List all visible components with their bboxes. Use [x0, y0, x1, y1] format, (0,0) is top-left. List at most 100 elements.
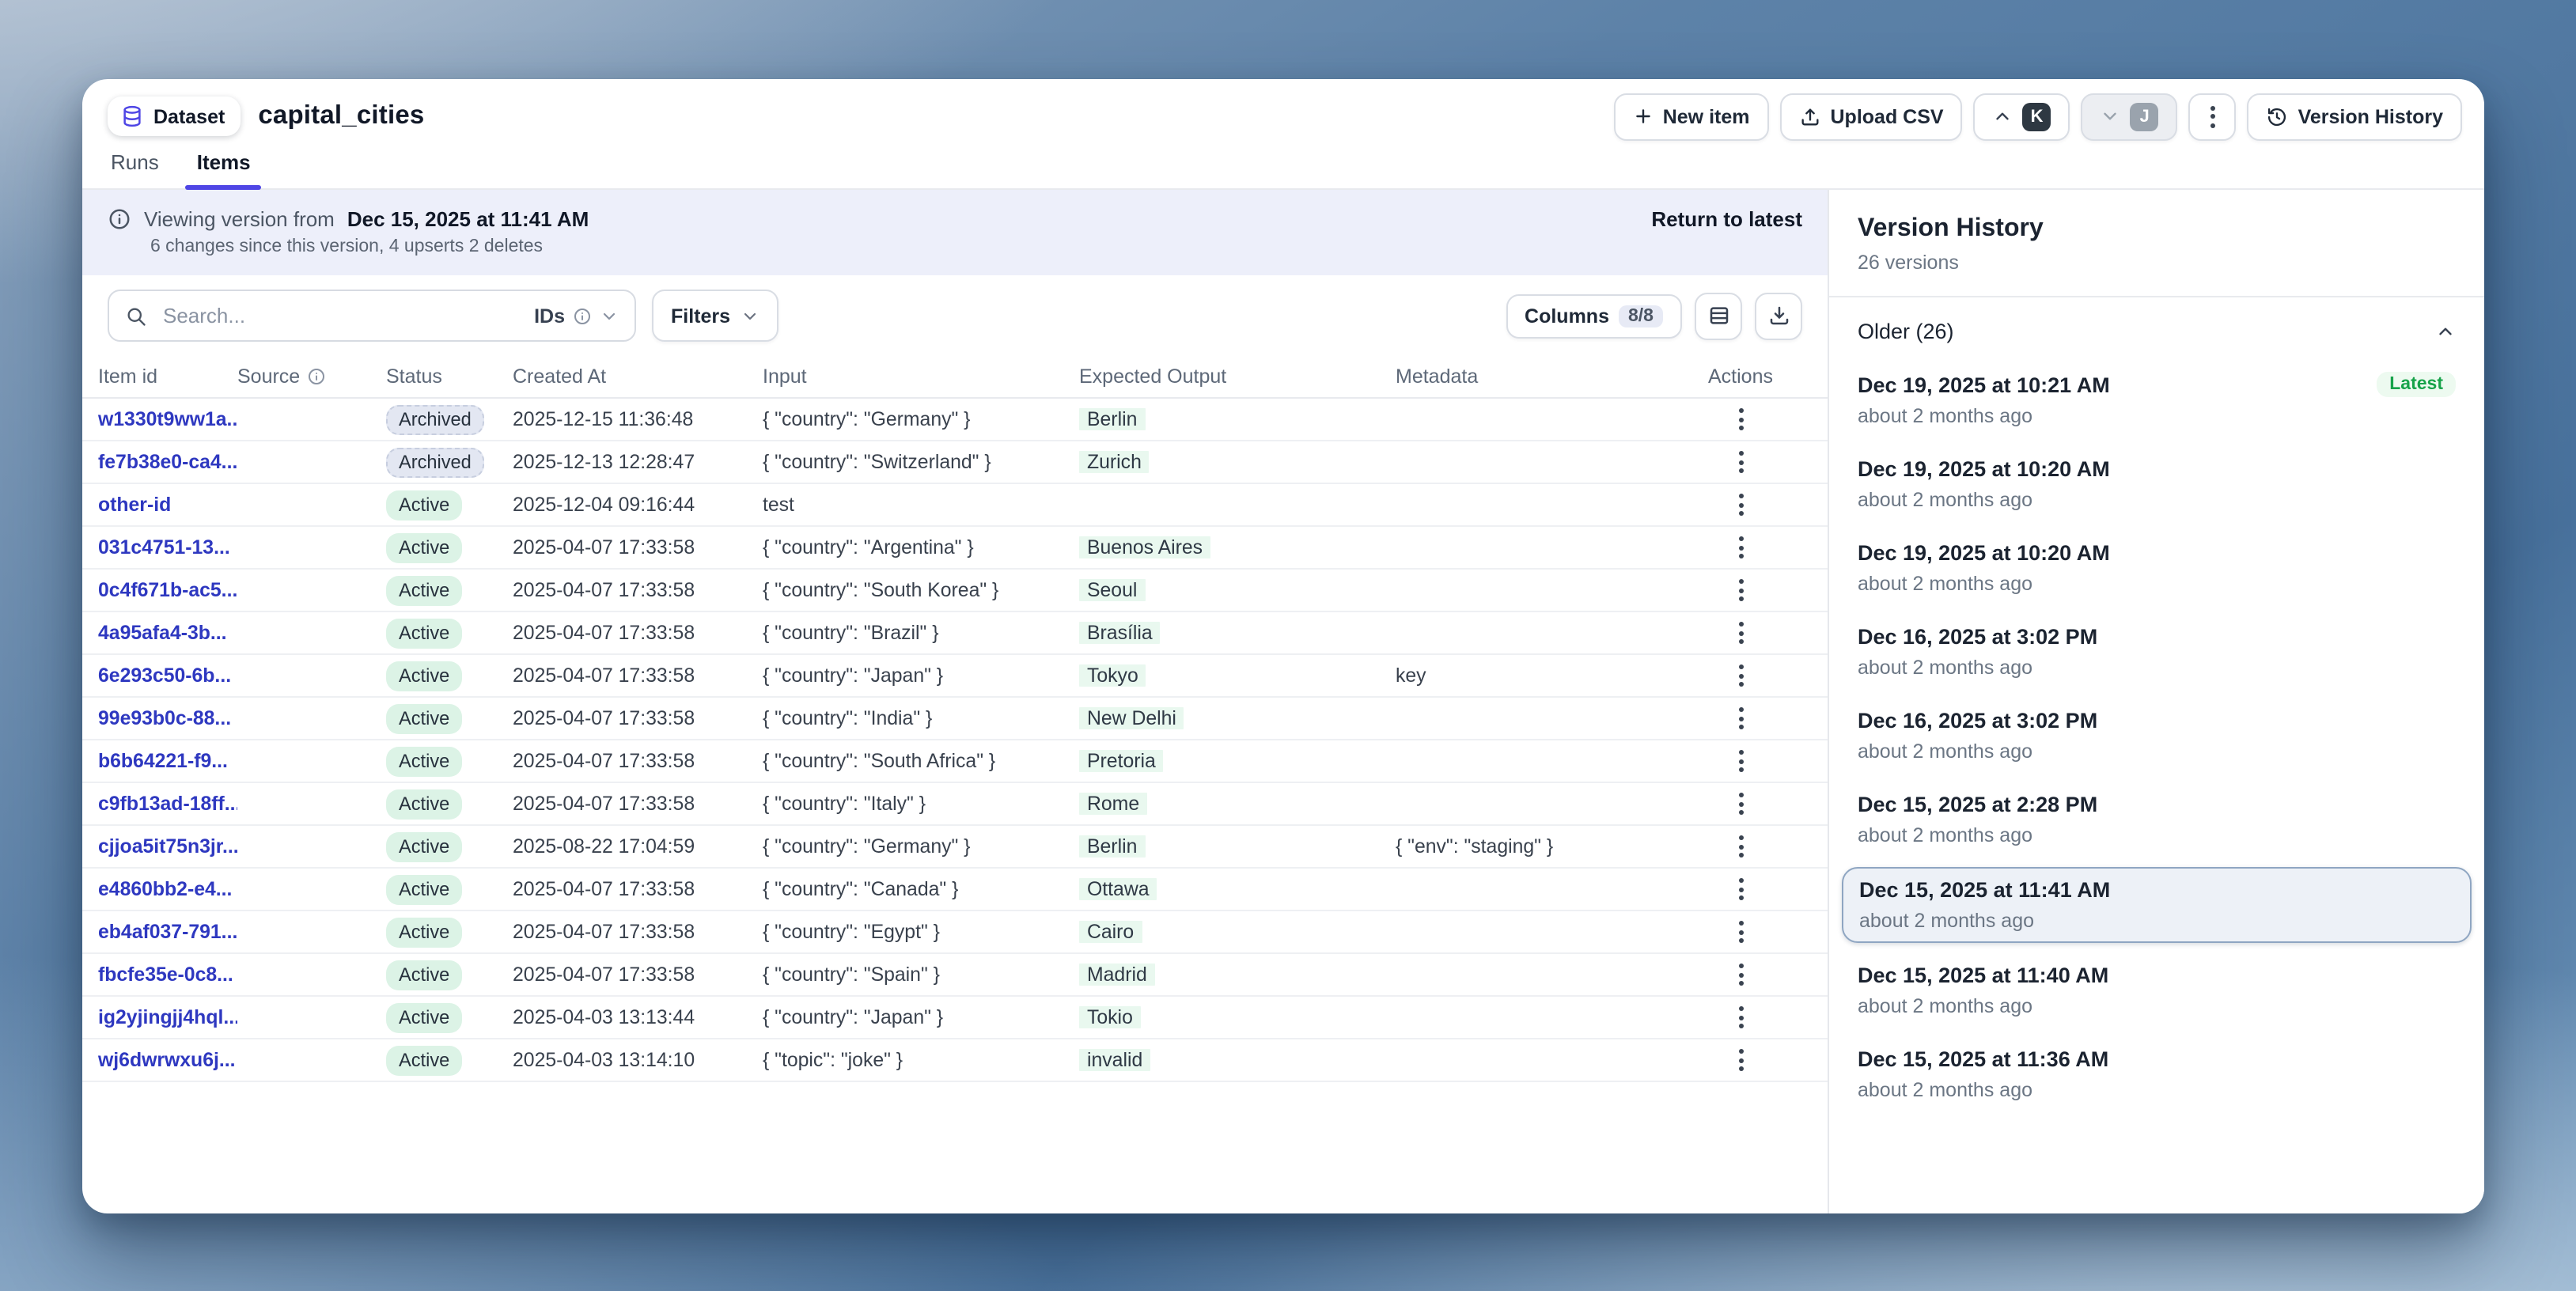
table-row: w1330t9ww1a... Archived 2025-12-15 11:36…	[82, 399, 1828, 441]
status-badge: Active	[386, 490, 462, 520]
version-item[interactable]: Dec 15, 2025 at 11:41 AM Latest about 2 …	[1842, 867, 2472, 943]
row-actions-menu-button[interactable]	[1729, 914, 1752, 949]
version-item[interactable]: Dec 19, 2025 at 10:21 AM Latest about 2 …	[1829, 362, 2484, 437]
version-date: Dec 15, 2025 at 11:36 AM	[1858, 1047, 2108, 1071]
item-id-link[interactable]: 6e293c50-6b...	[98, 664, 237, 687]
status-badge: Active	[386, 917, 462, 947]
version-item[interactable]: Dec 15, 2025 at 11:36 AM Latest about 2 …	[1829, 1038, 2484, 1111]
download-button[interactable]	[1755, 292, 1802, 339]
table-header-row: Item id Source Status Created At Input E…	[82, 354, 1828, 399]
row-actions-menu-button[interactable]	[1729, 1000, 1752, 1035]
expected-output-cell: invalid	[1079, 1049, 1396, 1071]
item-id-link[interactable]: 99e93b0c-88...	[98, 707, 237, 729]
created-at-cell: 2025-08-22 17:04:59	[513, 835, 763, 858]
row-density-button[interactable]	[1695, 292, 1742, 339]
row-actions-menu-button[interactable]	[1729, 744, 1752, 778]
row-actions-menu-button[interactable]	[1729, 658, 1752, 693]
created-at-cell: 2025-04-03 13:13:44	[513, 1006, 763, 1028]
search-input[interactable]	[160, 302, 521, 329]
filters-button[interactable]: Filters	[652, 290, 778, 342]
item-id-link[interactable]: other-id	[98, 494, 237, 516]
item-id-link[interactable]: wj6dwrwxu6j...	[98, 1049, 237, 1071]
created-at-cell: 2025-04-07 17:33:58	[513, 921, 763, 943]
row-actions-menu-button[interactable]	[1729, 957, 1752, 992]
search-box[interactable]: IDs	[108, 290, 636, 342]
new-item-button[interactable]: New item	[1614, 93, 1769, 140]
expand-user-j-button[interactable]: J	[2082, 93, 2178, 140]
item-id-link[interactable]: 031c4751-13...	[98, 536, 237, 558]
older-section-label: Older (26)	[1858, 320, 1954, 343]
status-cell: Active	[386, 490, 513, 520]
item-id-link[interactable]: cjjoa5it75n3jr...	[98, 835, 237, 858]
status-badge: Active	[386, 1045, 462, 1075]
version-item[interactable]: Dec 19, 2025 at 10:20 AM Latest about 2 …	[1829, 532, 2484, 604]
row-actions-menu-button[interactable]	[1729, 402, 1752, 437]
created-at-cell: 2025-04-07 17:33:58	[513, 878, 763, 900]
info-icon	[573, 306, 592, 325]
expected-output-value: Rome	[1079, 793, 1147, 815]
row-actions-menu-button[interactable]	[1729, 786, 1752, 821]
columns-button[interactable]: Columns 8/8	[1506, 293, 1682, 338]
collapse-user-k-button[interactable]: K	[1974, 93, 2070, 140]
download-icon	[1767, 304, 1790, 327]
return-to-latest-button[interactable]: Return to latest	[1651, 207, 1802, 231]
item-id-link[interactable]: 0c4f671b-ac5...	[98, 579, 237, 601]
chevron-up-icon	[1993, 106, 2013, 127]
banner-change-summary: 6 changes since this version, 4 upserts …	[150, 237, 1802, 256]
row-actions-menu-button[interactable]	[1729, 615, 1752, 650]
item-id-link[interactable]: e4860bb2-e4...	[98, 878, 237, 900]
row-actions-menu-button[interactable]	[1729, 487, 1752, 522]
version-item[interactable]: Dec 16, 2025 at 3:02 PM Latest about 2 m…	[1829, 699, 2484, 772]
upload-csv-button[interactable]: Upload CSV	[1780, 93, 1963, 140]
expected-output-cell: Tokio	[1079, 1006, 1396, 1028]
input-cell: { "country": "Japan" }	[763, 1006, 1079, 1028]
item-id-link[interactable]: ig2yjingjj4hql...	[98, 1006, 237, 1028]
expected-output-value: Brasília	[1079, 622, 1161, 644]
row-actions-menu-button[interactable]	[1729, 829, 1752, 864]
expected-output-cell: Seoul	[1079, 579, 1396, 601]
created-at-cell: 2025-12-13 12:28:47	[513, 451, 763, 473]
item-id-link[interactable]: fe7b38e0-ca4...	[98, 451, 237, 473]
table-row: ig2yjingjj4hql... Active 2025-04-03 13:1…	[82, 997, 1828, 1039]
tab-items[interactable]: Items	[197, 150, 251, 188]
row-actions-menu-button[interactable]	[1729, 872, 1752, 907]
version-history-button[interactable]: Version History	[2248, 93, 2462, 140]
expected-output-cell: Zurich	[1079, 451, 1396, 473]
row-actions-menu-button[interactable]	[1729, 573, 1752, 608]
version-item[interactable]: Dec 19, 2025 at 10:20 AM Latest about 2 …	[1829, 448, 2484, 521]
item-id-link[interactable]: 4a95afa4-3b...	[98, 622, 237, 644]
upload-icon	[1799, 105, 1821, 127]
expected-output-value: Ottawa	[1079, 878, 1157, 900]
older-section-toggle[interactable]: Older (26)	[1829, 297, 2484, 359]
item-id-link[interactable]: c9fb13ad-18ff...	[98, 793, 237, 815]
version-item[interactable]: Dec 16, 2025 at 3:02 PM Latest about 2 m…	[1829, 615, 2484, 688]
metadata-cell: key	[1396, 664, 1654, 687]
item-id-link[interactable]: w1330t9ww1a...	[98, 408, 237, 430]
input-cell: { "country": "South Korea" }	[763, 579, 1079, 601]
overflow-menu-button[interactable]	[2189, 93, 2237, 140]
col-item-id: Item id	[98, 365, 237, 387]
version-date: Dec 15, 2025 at 11:41 AM	[1859, 878, 2110, 902]
filters-label: Filters	[671, 305, 730, 327]
search-field-selector[interactable]: IDs	[534, 305, 619, 327]
row-actions-menu-button[interactable]	[1729, 701, 1752, 736]
status-cell: Archived	[386, 447, 513, 477]
table-body: w1330t9ww1a... Archived 2025-12-15 11:36…	[82, 399, 1828, 1082]
item-id-link[interactable]: b6b64221-f9...	[98, 750, 237, 772]
version-date: Dec 19, 2025 at 10:20 AM	[1858, 541, 2110, 565]
input-cell: { "country": "Egypt" }	[763, 921, 1079, 943]
version-item[interactable]: Dec 15, 2025 at 11:40 AM Latest about 2 …	[1829, 954, 2484, 1027]
status-badge: Active	[386, 532, 462, 562]
status-badge: Active	[386, 661, 462, 691]
status-cell: Active	[386, 703, 513, 733]
item-id-link[interactable]: eb4af037-791...	[98, 921, 237, 943]
tab-runs[interactable]: Runs	[111, 150, 159, 188]
row-actions-menu-button[interactable]	[1729, 530, 1752, 565]
app-window: Dataset capital_cities New item Upload C…	[82, 79, 2484, 1213]
row-actions-menu-button[interactable]	[1729, 445, 1752, 479]
status-cell: Active	[386, 960, 513, 990]
version-item[interactable]: Dec 15, 2025 at 2:28 PM Latest about 2 m…	[1829, 783, 2484, 856]
row-actions-menu-button[interactable]	[1729, 1043, 1752, 1077]
item-id-link[interactable]: fbcfe35e-0c8...	[98, 964, 237, 986]
info-icon	[108, 207, 131, 231]
